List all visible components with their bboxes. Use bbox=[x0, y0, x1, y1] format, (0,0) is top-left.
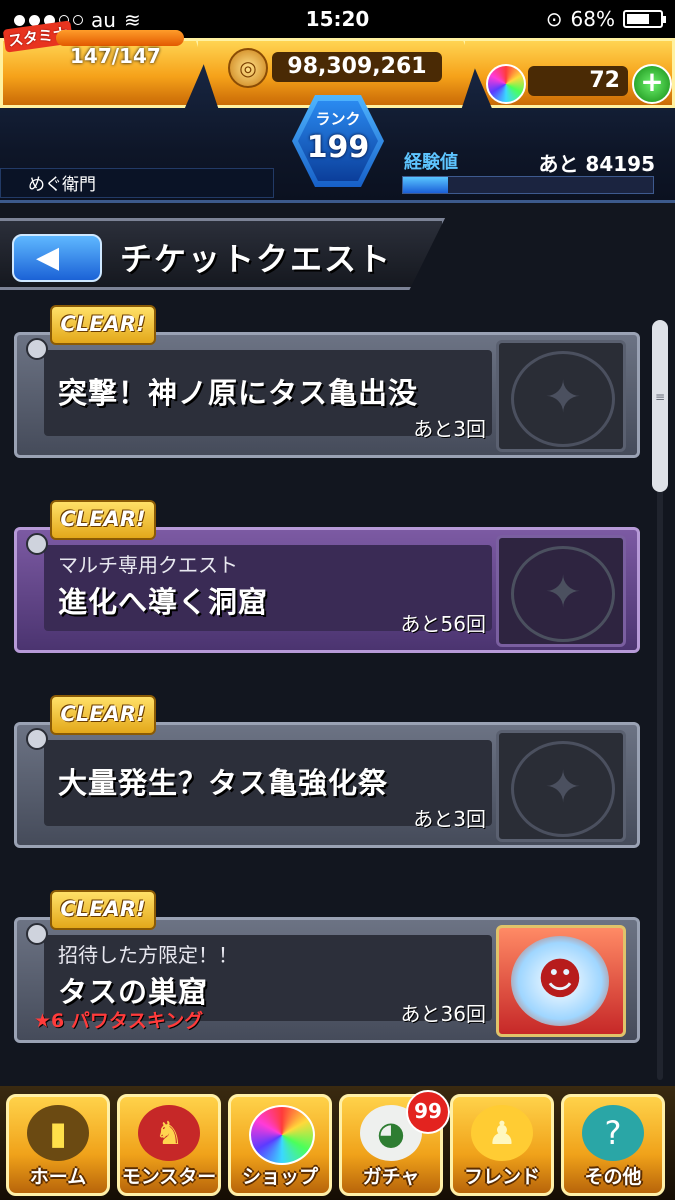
quest-title: 大量発生？タス亀強化祭 bbox=[58, 766, 389, 800]
coin-count: 98,309,261 bbox=[272, 52, 442, 82]
clear-badge: CLEAR! bbox=[50, 305, 156, 345]
quest-remaining: あと56回 bbox=[400, 612, 486, 636]
home-icon: ▮ bbox=[27, 1105, 89, 1161]
dragon-emblem-icon: ✦ bbox=[511, 351, 615, 447]
quest-subtitle: マルチ専用クエスト bbox=[58, 553, 238, 577]
quest-thumbnail: ✦ bbox=[496, 535, 626, 647]
rank-label: ランク bbox=[315, 110, 361, 128]
dragon-emblem-icon: ✦ bbox=[511, 546, 615, 642]
quest-card-2[interactable]: CLEAR! 大量発生？タス亀強化祭 あと3回 ✦ bbox=[14, 695, 640, 848]
exp-label: 経験値 bbox=[404, 152, 458, 173]
quest-remaining: あと36回 bbox=[400, 1002, 486, 1026]
monster-thumbnail: ☻ bbox=[496, 925, 626, 1037]
orb-icon bbox=[249, 1105, 315, 1165]
nav-monster[interactable]: ♞ モンスター bbox=[117, 1094, 221, 1196]
back-button[interactable]: ◀ bbox=[12, 234, 102, 282]
quest-remaining: あと3回 bbox=[413, 417, 486, 441]
quest-remaining: あと3回 bbox=[413, 807, 486, 831]
quest-card-1[interactable]: CLEAR! マルチ専用クエスト 進化へ導く洞窟 あと56回 ✦ bbox=[14, 500, 640, 653]
buy-orbs-button[interactable]: + bbox=[632, 64, 672, 104]
page-title: チケットクエスト bbox=[120, 240, 393, 278]
exp-remaining: あと 84195 bbox=[538, 152, 655, 176]
monster-face-icon: ☻ bbox=[511, 936, 609, 1026]
orb-count: 72 bbox=[528, 66, 628, 96]
arrow-left-icon: ◀ bbox=[36, 240, 60, 275]
exp-bar bbox=[402, 176, 654, 194]
rank-value: 199 bbox=[306, 130, 370, 165]
quest-bonus: ★6 パワタスキング bbox=[34, 1010, 204, 1032]
battery-icon bbox=[623, 10, 666, 28]
other-icon: ? bbox=[582, 1105, 644, 1161]
friends-icon: ♟ bbox=[471, 1105, 533, 1161]
nav-shop[interactable]: ショップ bbox=[228, 1094, 332, 1196]
nav-home[interactable]: ▮ ホーム bbox=[6, 1094, 110, 1196]
quest-thumbnail: ✦ bbox=[496, 340, 626, 452]
clear-badge: CLEAR! bbox=[50, 890, 156, 930]
battery-percent: 68% bbox=[570, 7, 615, 31]
nav-other[interactable]: ? その他 bbox=[561, 1094, 665, 1196]
dragon-emblem-icon: ✦ bbox=[511, 741, 615, 837]
player-name: めぐ衛門 bbox=[28, 175, 96, 195]
rotation-lock-icon: ⊙ bbox=[545, 7, 563, 31]
quest-title: 進化へ導く洞窟 bbox=[58, 585, 269, 619]
grip-icon: ≡ bbox=[655, 390, 666, 404]
quest-title: 突撃！神ノ原にタス亀出没 bbox=[58, 376, 419, 410]
monster-icon: ♞ bbox=[138, 1105, 200, 1161]
nav-friend[interactable]: ♟ フレンド bbox=[450, 1094, 554, 1196]
quest-card-0[interactable]: CLEAR! 突撃！神ノ原にタス亀出没 あと3回 ✦ bbox=[14, 305, 640, 458]
gacha-count-badge: 99 bbox=[406, 1090, 450, 1134]
bottom-nav: ▮ ホーム ♞ モンスター ショップ ◕ ガチャ ♟ フレンド ? その他 bbox=[0, 1086, 675, 1200]
clear-badge: CLEAR! bbox=[50, 695, 156, 735]
battery-status: ⊙ 68% bbox=[545, 7, 666, 31]
stamina-value: 147/147 bbox=[70, 44, 161, 68]
quest-subtitle: 招待した方限定！！ bbox=[58, 943, 238, 967]
orb-icon bbox=[486, 64, 526, 104]
clear-badge: CLEAR! bbox=[50, 500, 156, 540]
coin-icon: ◎ bbox=[228, 48, 268, 88]
quest-card-3[interactable]: CLEAR! 招待した方限定！！ タスの巣窟 ★6 パワタスキング あと36回 … bbox=[14, 890, 640, 1043]
quest-thumbnail: ✦ bbox=[496, 730, 626, 842]
scrollbar-thumb[interactable] bbox=[652, 320, 668, 492]
quest-title: タスの巣窟 bbox=[58, 975, 209, 1009]
